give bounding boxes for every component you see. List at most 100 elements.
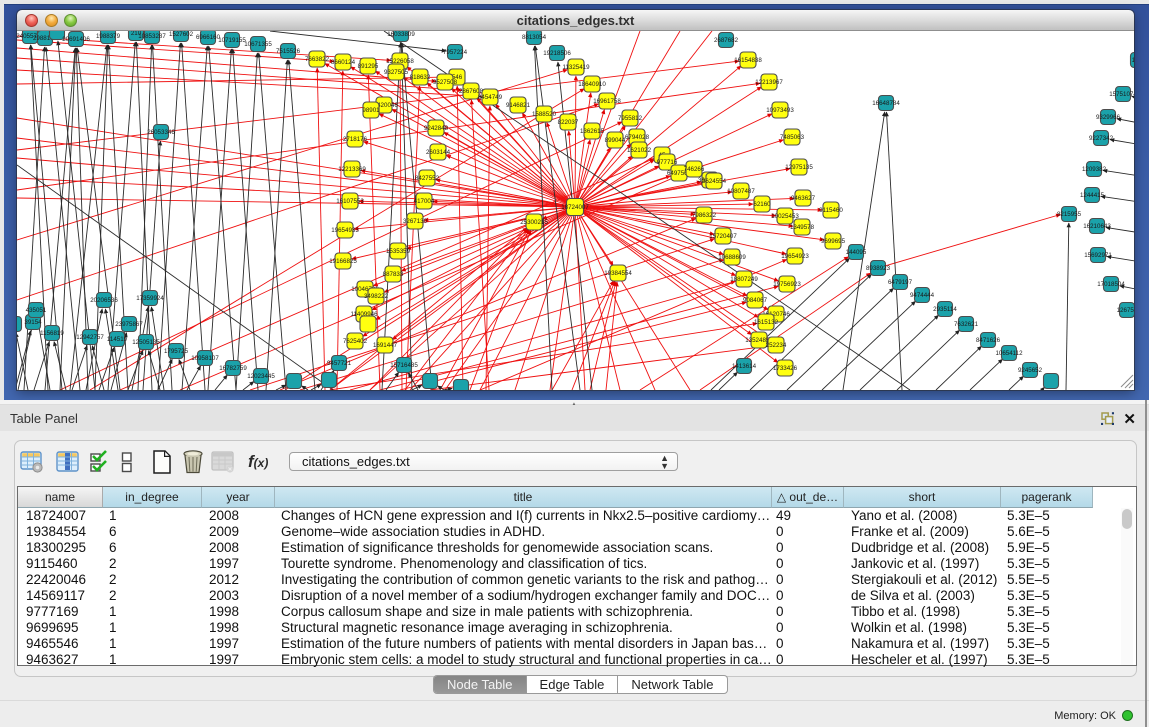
svg-text:10654112: 10654112: [995, 350, 1023, 357]
svg-text:25300215: 25300215: [520, 219, 548, 226]
svg-text:39154: 39154: [24, 319, 42, 326]
svg-text:12975135: 12975135: [785, 164, 813, 171]
svg-text:7955812: 7955812: [618, 115, 643, 122]
svg-text:15751074: 15751074: [1109, 91, 1134, 98]
svg-text:2718176: 2718176: [343, 136, 368, 143]
svg-text:1413614: 1413614: [732, 363, 757, 370]
svg-text:9463627: 9463627: [791, 195, 816, 202]
svg-text:2603144: 2603144: [426, 149, 451, 156]
svg-text:16961758: 16961758: [593, 98, 621, 105]
svg-text:62160: 62160: [753, 201, 771, 208]
svg-text:891295: 891295: [358, 63, 379, 70]
svg-text:17018504: 17018504: [1097, 281, 1125, 288]
svg-text:1795725: 1795725: [164, 348, 189, 355]
svg-text:887833: 887833: [383, 271, 404, 278]
svg-text:8471626: 8471626: [976, 337, 1001, 344]
svg-text:1209382: 1209382: [1082, 166, 1107, 173]
svg-text:10973493: 10973493: [766, 107, 794, 114]
svg-text:1362615: 1362615: [580, 128, 605, 135]
svg-text:746266: 746266: [684, 166, 705, 173]
svg-text:822037: 822037: [558, 119, 579, 126]
svg-text:7625402: 7625402: [343, 338, 368, 345]
svg-text:6479197: 6479197: [888, 279, 913, 286]
svg-text:114519: 114519: [107, 336, 128, 343]
svg-text:9327505: 9327505: [384, 69, 409, 76]
svg-text:126753: 126753: [1117, 307, 1134, 314]
svg-text:18724007: 18724007: [561, 204, 589, 211]
svg-text:19654923: 19654923: [781, 253, 809, 260]
svg-text:7957224: 7957224: [443, 49, 468, 56]
svg-text:16782759: 16782759: [219, 365, 247, 372]
svg-text:1156819: 1156819: [40, 330, 64, 337]
svg-text:18807249: 18807249: [730, 276, 758, 283]
svg-text:9115460: 9115460: [819, 207, 843, 214]
svg-text:23975867: 23975867: [115, 321, 143, 328]
svg-text:18640910: 18640910: [578, 81, 606, 88]
svg-text:10671355: 10671355: [244, 41, 272, 48]
svg-text:16154838: 16154838: [734, 57, 762, 64]
svg-text:1244415: 1244415: [1080, 192, 1105, 199]
svg-text:435051: 435051: [26, 307, 47, 314]
svg-text:8427552: 8427552: [415, 175, 440, 182]
svg-text:252234: 252234: [766, 342, 787, 349]
svg-text:11325419: 11325419: [562, 64, 590, 71]
svg-text:10853287: 10853287: [138, 33, 166, 40]
svg-text:9527508: 9527508: [433, 79, 458, 86]
svg-text:16648784: 16648784: [872, 100, 900, 107]
svg-text:9146821: 9146821: [506, 102, 531, 109]
svg-text:15692971: 15692971: [1084, 252, 1112, 259]
svg-text:16210643: 16210643: [1083, 223, 1111, 230]
svg-text:12213967: 12213967: [755, 79, 783, 86]
svg-text:8215955: 8215955: [1057, 211, 1082, 218]
svg-text:417004: 417004: [414, 198, 435, 205]
svg-text:1615132: 1615132: [754, 319, 779, 326]
svg-text:1527602: 1527602: [169, 31, 194, 38]
svg-text:1112: 1112: [1132, 57, 1134, 64]
svg-text:9329966: 9329966: [1096, 114, 1121, 121]
svg-text:10958107: 10958107: [191, 355, 219, 362]
svg-text:20206536: 20206536: [90, 297, 118, 304]
svg-text:20691406: 20691406: [62, 36, 90, 43]
svg-text:98901: 98901: [362, 107, 380, 114]
svg-text:16033809: 16033809: [387, 31, 415, 38]
svg-text:6794028: 6794028: [625, 134, 650, 141]
svg-text:9242848: 9242848: [424, 125, 449, 132]
svg-text:818632: 818632: [410, 74, 431, 81]
svg-text:1535359: 1535359: [386, 248, 411, 255]
svg-text:9474444: 9474444: [910, 292, 935, 299]
svg-text:8813054: 8813054: [522, 34, 547, 41]
svg-text:899044: 899044: [605, 137, 626, 144]
svg-text:7986322: 7986322: [692, 212, 717, 219]
svg-text:8660124: 8660124: [331, 59, 356, 66]
svg-text:3624554: 3624554: [702, 178, 727, 185]
svg-text:6966160: 6966160: [196, 34, 221, 41]
svg-text:1733426: 1733426: [773, 365, 798, 372]
svg-text:19384554: 19384554: [604, 270, 632, 277]
svg-text:10688609: 10688609: [718, 254, 746, 261]
svg-text:12942757: 12942757: [76, 334, 104, 341]
svg-text:1691447: 1691447: [373, 342, 398, 349]
svg-text:9227342: 9227342: [1089, 135, 1114, 142]
svg-text:2935114: 2935114: [933, 306, 957, 313]
svg-text:8938923: 8938923: [866, 265, 891, 272]
svg-text:19218506: 19218506: [543, 50, 571, 57]
svg-text:26053346: 26053346: [147, 129, 175, 136]
svg-text:16107553: 16107553: [336, 198, 364, 205]
svg-text:9084067: 9084067: [743, 297, 768, 304]
svg-text:3267130: 3267130: [403, 218, 428, 225]
svg-text:15716485: 15716485: [390, 362, 418, 369]
svg-text:1621022: 1621022: [627, 147, 652, 154]
svg-text:17359924: 17359924: [136, 295, 164, 302]
svg-text:7515526: 7515526: [276, 48, 301, 55]
svg-text:9457721: 9457721: [327, 360, 352, 367]
svg-text:7632621: 7632621: [954, 321, 979, 328]
svg-text:7485063: 7485063: [780, 134, 805, 141]
svg-text:12023445: 12023445: [247, 373, 275, 380]
svg-text:144095: 144095: [846, 249, 867, 256]
svg-text:15720407: 15720407: [709, 233, 737, 240]
svg-text:19654933: 19654933: [331, 227, 359, 234]
svg-text:7663822: 7663822: [305, 56, 330, 63]
svg-text:19756923: 19756923: [773, 281, 801, 288]
svg-text:1988379: 1988379: [96, 33, 121, 40]
svg-text:10807487: 10807487: [727, 188, 755, 195]
